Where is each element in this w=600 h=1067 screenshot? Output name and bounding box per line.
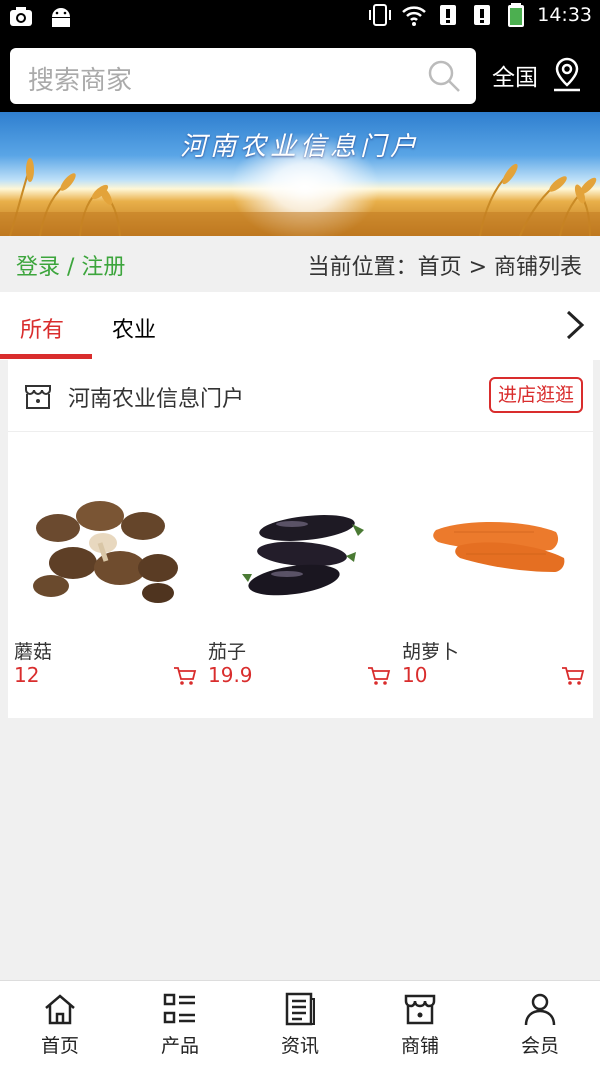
cart-icon[interactable] xyxy=(367,665,391,687)
breadcrumb: 当前位置：首页 > 商铺列表 xyxy=(307,255,582,280)
cart-icon[interactable] xyxy=(173,665,197,687)
product-list: 蘑菇 12 茄子 19.9 胡萝卜 10 xyxy=(8,432,593,718)
nav-home-label: 首页 xyxy=(40,1035,79,1057)
list-icon[interactable] xyxy=(162,991,198,1027)
android-icon xyxy=(52,8,70,27)
home-icon[interactable] xyxy=(42,991,78,1027)
product-name[interactable]: 蘑菇 xyxy=(14,637,52,664)
vibrate-icon xyxy=(369,4,392,26)
nav-news[interactable]: 资讯 xyxy=(240,981,360,1067)
active-tab-indicator xyxy=(0,354,92,359)
tab-agriculture[interactable]: 农业 xyxy=(112,312,156,344)
search-icon[interactable] xyxy=(426,58,462,94)
product-item[interactable]: 茄子 19.9 xyxy=(202,432,395,718)
user-icon[interactable] xyxy=(522,991,558,1027)
location-icon[interactable] xyxy=(550,56,584,92)
nav-member-label: 会员 xyxy=(520,1035,559,1057)
register-link[interactable]: 注册 xyxy=(81,255,125,280)
battery-icon xyxy=(508,3,525,27)
carrot-image[interactable] xyxy=(406,468,576,618)
shop-header: 河南农业信息门户 进店逛逛 xyxy=(8,360,593,432)
product-price: 12 xyxy=(14,663,40,687)
nav-news-label: 资讯 xyxy=(280,1035,319,1057)
nav-products[interactable]: 产品 xyxy=(120,981,240,1067)
region-selector[interactable]: 全国 xyxy=(492,58,538,92)
sim1-signal-icon xyxy=(440,5,457,25)
banner-title: 河南农业信息门户 xyxy=(179,132,420,162)
store-icon xyxy=(25,385,51,409)
nav-shops[interactable]: 商铺 xyxy=(360,981,480,1067)
login-register: 登录 / 注册 xyxy=(16,249,125,281)
status-bar: 14:33 xyxy=(0,0,600,32)
nav-shops-label: 商铺 xyxy=(400,1035,439,1057)
search-placeholder: 搜索商家 xyxy=(28,66,133,96)
mushroom-image[interactable] xyxy=(18,468,188,618)
shop-card: 河南农业信息门户 进店逛逛 蘑菇 12 茄子 19.9 胡萝卜 10 xyxy=(8,360,593,718)
shop-icon[interactable] xyxy=(402,991,438,1027)
cart-icon[interactable] xyxy=(561,665,585,687)
nav-home[interactable]: 首页 xyxy=(0,981,120,1067)
login-separator: / xyxy=(60,255,82,280)
product-name[interactable]: 茄子 xyxy=(208,637,246,664)
shop-name[interactable]: 河南农业信息门户 xyxy=(68,381,244,413)
breadcrumb-bar: 登录 / 注册 当前位置：首页 > 商铺列表 xyxy=(0,236,600,292)
sim2-signal-icon xyxy=(474,5,491,25)
search-input[interactable]: 搜索商家 xyxy=(10,48,476,104)
screenshot-icon xyxy=(10,7,32,26)
product-price: 10 xyxy=(402,663,428,687)
product-price: 19.9 xyxy=(208,663,253,687)
nav-products-label: 产品 xyxy=(160,1035,199,1057)
product-item[interactable]: 蘑菇 12 xyxy=(8,432,201,718)
product-name[interactable]: 胡萝卜 xyxy=(402,637,459,664)
tab-all[interactable]: 所有 xyxy=(20,312,64,344)
banner-image[interactable]: 河南农业信息门户 xyxy=(0,112,600,236)
category-tabs: 所有 农业 xyxy=(0,292,600,360)
nav-member[interactable]: 会员 xyxy=(480,981,600,1067)
app-header: 搜索商家 全国 xyxy=(0,32,600,112)
visit-shop-button[interactable]: 进店逛逛 xyxy=(488,377,583,413)
wifi-icon xyxy=(402,6,427,26)
bottom-nav: 首页 产品 资讯 商铺 会员 xyxy=(0,980,600,1067)
product-item[interactable]: 胡萝卜 10 xyxy=(396,432,589,718)
news-icon[interactable] xyxy=(282,991,318,1027)
status-time: 14:33 xyxy=(537,4,592,26)
eggplant-image[interactable] xyxy=(212,468,382,618)
chevron-right-icon[interactable] xyxy=(562,308,588,342)
login-link[interactable]: 登录 xyxy=(16,255,60,280)
